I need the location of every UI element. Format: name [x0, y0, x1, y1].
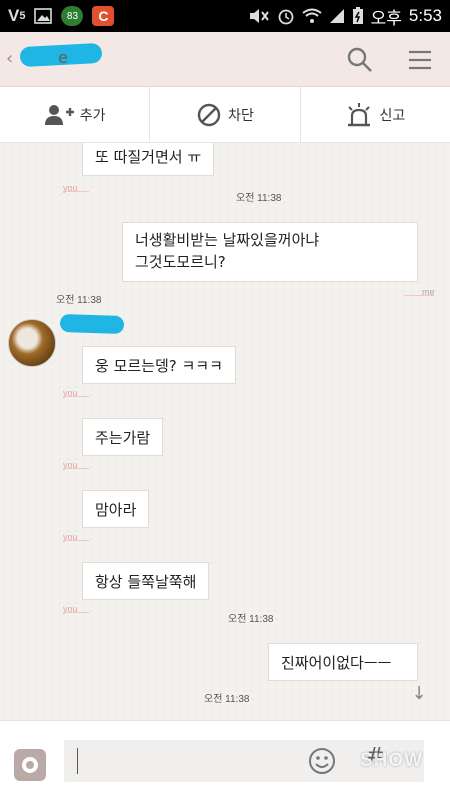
- message-text: 항상 들쭉날쭉해: [95, 573, 197, 591]
- alarm-icon: [277, 6, 295, 26]
- emoji-icon[interactable]: [308, 747, 336, 775]
- battery-icon: [352, 6, 364, 26]
- menu-icon[interactable]: [406, 46, 434, 74]
- tag-line: [63, 612, 89, 613]
- signal-icon: [329, 6, 345, 26]
- chat-header: ‹ e: [0, 32, 450, 87]
- block-icon: [196, 102, 222, 128]
- tag-line: [63, 540, 89, 541]
- report-button[interactable]: 신고: [301, 87, 450, 142]
- message-bubble-received: 맘아라: [82, 490, 150, 528]
- action-bar: 추가 차단 신고: [0, 87, 450, 143]
- message-text: 웅 모르는뎅? ㅋㅋㅋ: [95, 357, 223, 375]
- message-text: 진짜어이없다ㅡㅡ: [281, 654, 392, 672]
- avatar[interactable]: [8, 319, 56, 367]
- message-time: 오전 11:38: [204, 694, 250, 705]
- watermark: SHOW: [360, 750, 424, 771]
- chat-title: e: [58, 48, 68, 67]
- search-icon[interactable]: [346, 46, 374, 74]
- carrier-icon: V5: [8, 6, 26, 25]
- app-c-icon: C: [92, 6, 115, 26]
- tag-line: [63, 191, 89, 192]
- attach-icon[interactable]: [14, 749, 46, 781]
- chat-area[interactable]: 또 따질거면서 ㅠ you 오전 11:38 너생활비받는 날짜있을꺼아냐 그것…: [0, 143, 450, 720]
- me-tag: me: [422, 287, 435, 297]
- message-line: 너생활비받는 날짜있을꺼아냐: [135, 231, 320, 249]
- message-text: 맘아라: [95, 501, 137, 519]
- status-ampm: 오후: [370, 8, 402, 28]
- text-caret: [77, 748, 78, 774]
- message-time: 오전 11:38: [228, 614, 274, 625]
- sender-name-scribble: [59, 313, 125, 335]
- status-time: 5:53: [408, 6, 442, 25]
- add-friend-button[interactable]: 추가: [0, 87, 151, 142]
- tag-line: [63, 396, 89, 397]
- message-bubble-received: 웅 모르는뎅? ㅋㅋㅋ: [82, 346, 236, 384]
- add-friend-icon: [44, 103, 74, 127]
- status-bar: V5 83 C 오후 5:53: [0, 0, 450, 32]
- message-bubble-received: 주는가람: [82, 418, 164, 456]
- block-label: 차단: [228, 107, 254, 124]
- add-friend-label: 추가: [79, 107, 106, 124]
- message-time: 오전 11:38: [56, 295, 102, 306]
- report-label: 신고: [379, 107, 406, 124]
- mute-icon: [248, 6, 270, 26]
- message-bubble-received: 항상 들쭉날쭉해: [82, 562, 210, 600]
- message-text: 주는가람: [95, 429, 151, 447]
- message-text: 또 따질거면서 ㅠ: [95, 148, 202, 166]
- message-bubble-received: 또 따질거면서 ㅠ: [82, 143, 215, 176]
- wifi-icon: [302, 6, 322, 26]
- message-time: 오전 11:38: [236, 193, 282, 204]
- scroll-down-icon[interactable]: ↓: [408, 683, 430, 705]
- message-bubble-sent: 너생활비받는 날짜있을꺼아냐 그것도모르니?: [122, 222, 418, 282]
- message-bubble-sent: 진짜어이없다ㅡㅡ: [268, 643, 418, 681]
- tag-line: [63, 468, 89, 469]
- message-line: 그것도모르니?: [135, 252, 226, 271]
- back-icon[interactable]: ‹: [6, 48, 13, 69]
- block-button[interactable]: 차단: [150, 87, 301, 142]
- notification-badge: 83: [61, 6, 84, 26]
- gallery-icon: [34, 6, 53, 26]
- report-icon: [345, 102, 373, 128]
